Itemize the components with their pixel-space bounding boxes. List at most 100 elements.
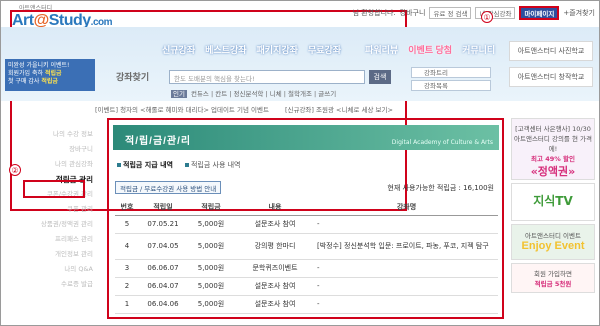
promo-line-3-highlight: 적립금 xyxy=(41,77,58,85)
ad-signup-points[interactable]: 회원 가입하면 적립금 5천원 xyxy=(511,263,595,293)
cell-content: 문학퀴즈이벤트 xyxy=(235,259,315,278)
col-header-date: 적립일 xyxy=(139,200,187,216)
ad-pass-title: «정액권» xyxy=(530,165,576,178)
news-ticker: [이벤트] 청자의 <해롤로 혜미와 대리다> 업데이트 기념 이벤트 [신규강… xyxy=(95,104,511,114)
search-button[interactable]: 검색 xyxy=(369,70,391,84)
ad-knowledge-tv-title: 지식TV xyxy=(533,194,573,208)
nav-item-best[interactable]: 베스트강좌 xyxy=(204,43,247,56)
table-row: 5 07.05.21 5,000원 설문조사 참여 - xyxy=(115,215,498,234)
cell-course: - xyxy=(315,215,498,234)
annotation-marker-2: ② xyxy=(9,164,21,176)
ticker-item-event[interactable]: [이벤트] 청자의 <해롤로 혜미와 대리다> 업데이트 기념 이벤트 xyxy=(95,104,269,114)
promo-line-1: 미완성 가을니키 이벤트! xyxy=(8,62,70,69)
page-title-banner: 적/립/금/관/리 Digital Academy of Culture & A… xyxy=(113,125,499,150)
col-header-no: 번호 xyxy=(115,200,139,216)
ad-signup-caption: 회원 가입하면 xyxy=(534,270,572,278)
sidebar-item-interest[interactable]: 나의 관심강좌 xyxy=(29,157,99,172)
nav-item-event[interactable]: 이벤트 당첨 xyxy=(407,43,453,56)
tab-label: 적립금 사용 내역 xyxy=(190,161,241,169)
table-row: 4 07.04.05 5,000원 강의평 한마디 [박정수] 정신분석학 입문… xyxy=(115,233,498,260)
annotation-marker-1: ① xyxy=(481,11,493,23)
popular-tag-list[interactable]: 컨듀스 | 칸트 | 정신분석학 | 니체 | 철학개조 | 글쓰기 xyxy=(191,90,336,98)
table-header-row: 번호 적립일 적립금 내용 강좌명 xyxy=(115,200,498,216)
points-panel: 적/립/금/관/리 Digital Academy of Culture & A… xyxy=(107,118,504,319)
cell-date: 06.06.07 xyxy=(139,259,187,278)
ad-event-caption: 아트앤스터디 이벤트 xyxy=(525,232,581,240)
usage-guide-button[interactable]: 적립금 / 무료수강권 사용 방법 안내 xyxy=(115,181,222,194)
cell-date: 06.04.07 xyxy=(139,277,187,296)
active-item-highlight xyxy=(23,180,85,198)
sidebar-item-course-info[interactable]: 나의 수강 정보 xyxy=(29,127,99,142)
search-input[interactable]: 한도 도배분의 핵심을 찾는다! xyxy=(169,70,365,84)
available-points: 현재 사용가능한 적립금 : 16,100원 xyxy=(387,184,494,192)
promo-line-3: 첫 구매 감사 적립금 xyxy=(8,78,92,86)
tab-bullet-icon xyxy=(184,163,189,167)
nav-item-community[interactable]: 커뮤니티 xyxy=(461,43,496,56)
search-scope-select[interactable]: 유료 정 검색 xyxy=(429,7,472,19)
course-tree-buttons: 강좌트리 강좌목록 xyxy=(411,67,491,93)
nav-item-package[interactable]: 패키지강좌 xyxy=(256,43,299,56)
ad-enjoy-event[interactable]: 아트앤스터디 이벤트 Enjoy Event xyxy=(511,224,595,260)
cell-content: 설문조사 참여 xyxy=(235,295,315,314)
sidebar-item-freepass[interactable]: 프리패스 관리 xyxy=(29,232,99,247)
tab-points-earned[interactable]: 적립금 지급 내역 xyxy=(115,160,175,170)
tab-bullet-icon xyxy=(117,163,121,167)
sidebar-item-cart[interactable]: 장바구니 xyxy=(29,142,99,157)
popular-tag-badge: 인기 xyxy=(171,90,187,98)
course-list-button[interactable]: 강좌목록 xyxy=(411,80,491,91)
tab-points-used[interactable]: 적립금 사용 내역 xyxy=(183,160,243,170)
ad-pass-caption: [고객센터 사은행사] 10/30 xyxy=(515,125,591,133)
tab-label: 적립금 지급 내역 xyxy=(123,161,173,169)
cart-link[interactable]: 강바구니 xyxy=(400,8,426,18)
nav-item-free[interactable]: 무료강좌 xyxy=(307,43,342,56)
page-frame: 아트앤스터디 Art@Study.com 님 환영합니다. 강바구니 유료 정 … xyxy=(0,0,600,326)
cell-no: 2 xyxy=(115,277,139,296)
nav-item-review[interactable]: 파워리뷰 xyxy=(364,43,399,56)
mypage-button[interactable]: 마이페이지 xyxy=(519,6,560,20)
page-title: 적/립/금/관/리 xyxy=(125,136,192,147)
cell-content: 설문조사 참여 xyxy=(235,215,315,234)
promo-line-3-text: 첫 구매 감사 xyxy=(8,77,42,85)
top-utility-bar: 님 환영합니다. 강바구니 유료 정 검색 내 관심강좌 마이페이지 +즐겨찾기 xyxy=(353,6,595,20)
ad-event-title: Enjoy Event xyxy=(521,240,585,252)
sidebar-item-certificate[interactable]: 수료증 발급 xyxy=(29,277,99,292)
table-row: 2 06.04.07 5,000원 설문조사 참여 - xyxy=(115,277,498,296)
table-row: 1 06.04.06 5,000원 설문조사 참여 - xyxy=(115,295,498,314)
cell-date: 06.04.06 xyxy=(139,295,187,314)
search-label: 강좌찾기 xyxy=(116,72,150,82)
cell-course: - xyxy=(315,295,498,314)
ad-pass-banner[interactable]: [고객센터 사은행사] 10/30 아트앤스터디 강의를 현 가격에! 최고 4… xyxy=(511,118,595,180)
cell-no: 1 xyxy=(115,295,139,314)
course-tree-button[interactable]: 강좌트리 xyxy=(411,67,491,78)
cell-no: 3 xyxy=(115,259,139,278)
cell-no: 5 xyxy=(115,215,139,234)
bookmark-link[interactable]: +즐겨찾기 xyxy=(563,8,595,18)
cell-date: 07.05.21 xyxy=(139,215,187,234)
ad-knowledge-tv[interactable]: 지식TV xyxy=(511,183,595,221)
signup-promo-banner[interactable]: 미완성 가을니키 이벤트! 회원가입 축하 적립금 첫 구매 감사 적립금 xyxy=(5,59,95,91)
promo-line-2-text: 회원가입 축하 xyxy=(8,69,45,77)
cell-course-link[interactable]: [박정수] 정신분석학 입문: 프로이트, 파농, 푸코, 지젝 탐구 xyxy=(315,233,498,260)
mypage-sidebar: 나의 수강 정보 장바구니 나의 관심강좌 적립금 관리 쿠폰/수강권 관리 쿠… xyxy=(29,127,99,292)
sidebar-item-giftcard[interactable]: 상품권/정액권 관리 xyxy=(29,217,99,232)
cell-amount: 5,000원 xyxy=(187,295,235,314)
cell-content: 설문조사 참여 xyxy=(235,277,315,296)
cell-course: - xyxy=(315,277,498,296)
sidebar-item-coupon[interactable]: 쿠폰 관리 xyxy=(29,202,99,217)
ticker-item-new-course[interactable]: [신규강좌] 조원광 <니체로 세상 보기> xyxy=(285,104,393,114)
points-tabs: 적립금 지급 내역 적립금 사용 내역 xyxy=(115,160,243,170)
creative-school-link[interactable]: 아트앤스터디 창작학교 xyxy=(509,67,593,87)
sidebar-item-qna[interactable]: 나의 Q&A xyxy=(29,262,99,277)
cell-no: 4 xyxy=(115,233,139,260)
cell-date: 07.04.05 xyxy=(139,233,187,260)
right-ad-column: [고객센터 사은행사] 10/30 아트앤스터디 강의를 현 가격에! 최고 4… xyxy=(511,118,595,296)
cell-amount: 5,000원 xyxy=(187,277,235,296)
nav-item-new[interactable]: 신규강좌 xyxy=(161,43,196,56)
sidebar-item-profile[interactable]: 개인정보 관리 xyxy=(29,247,99,262)
col-header-course: 강좌명 xyxy=(315,200,498,216)
ad-pass-discount: 최고 49% 할인 xyxy=(530,155,575,163)
col-header-amount: 적립금 xyxy=(187,200,235,216)
table-row: 3 06.06.07 5,000원 문학퀴즈이벤트 - xyxy=(115,259,498,278)
photo-school-link[interactable]: 아트앤스터디 사진학교 xyxy=(509,41,593,61)
promo-line-2-highlight: 적립금 xyxy=(44,69,62,77)
